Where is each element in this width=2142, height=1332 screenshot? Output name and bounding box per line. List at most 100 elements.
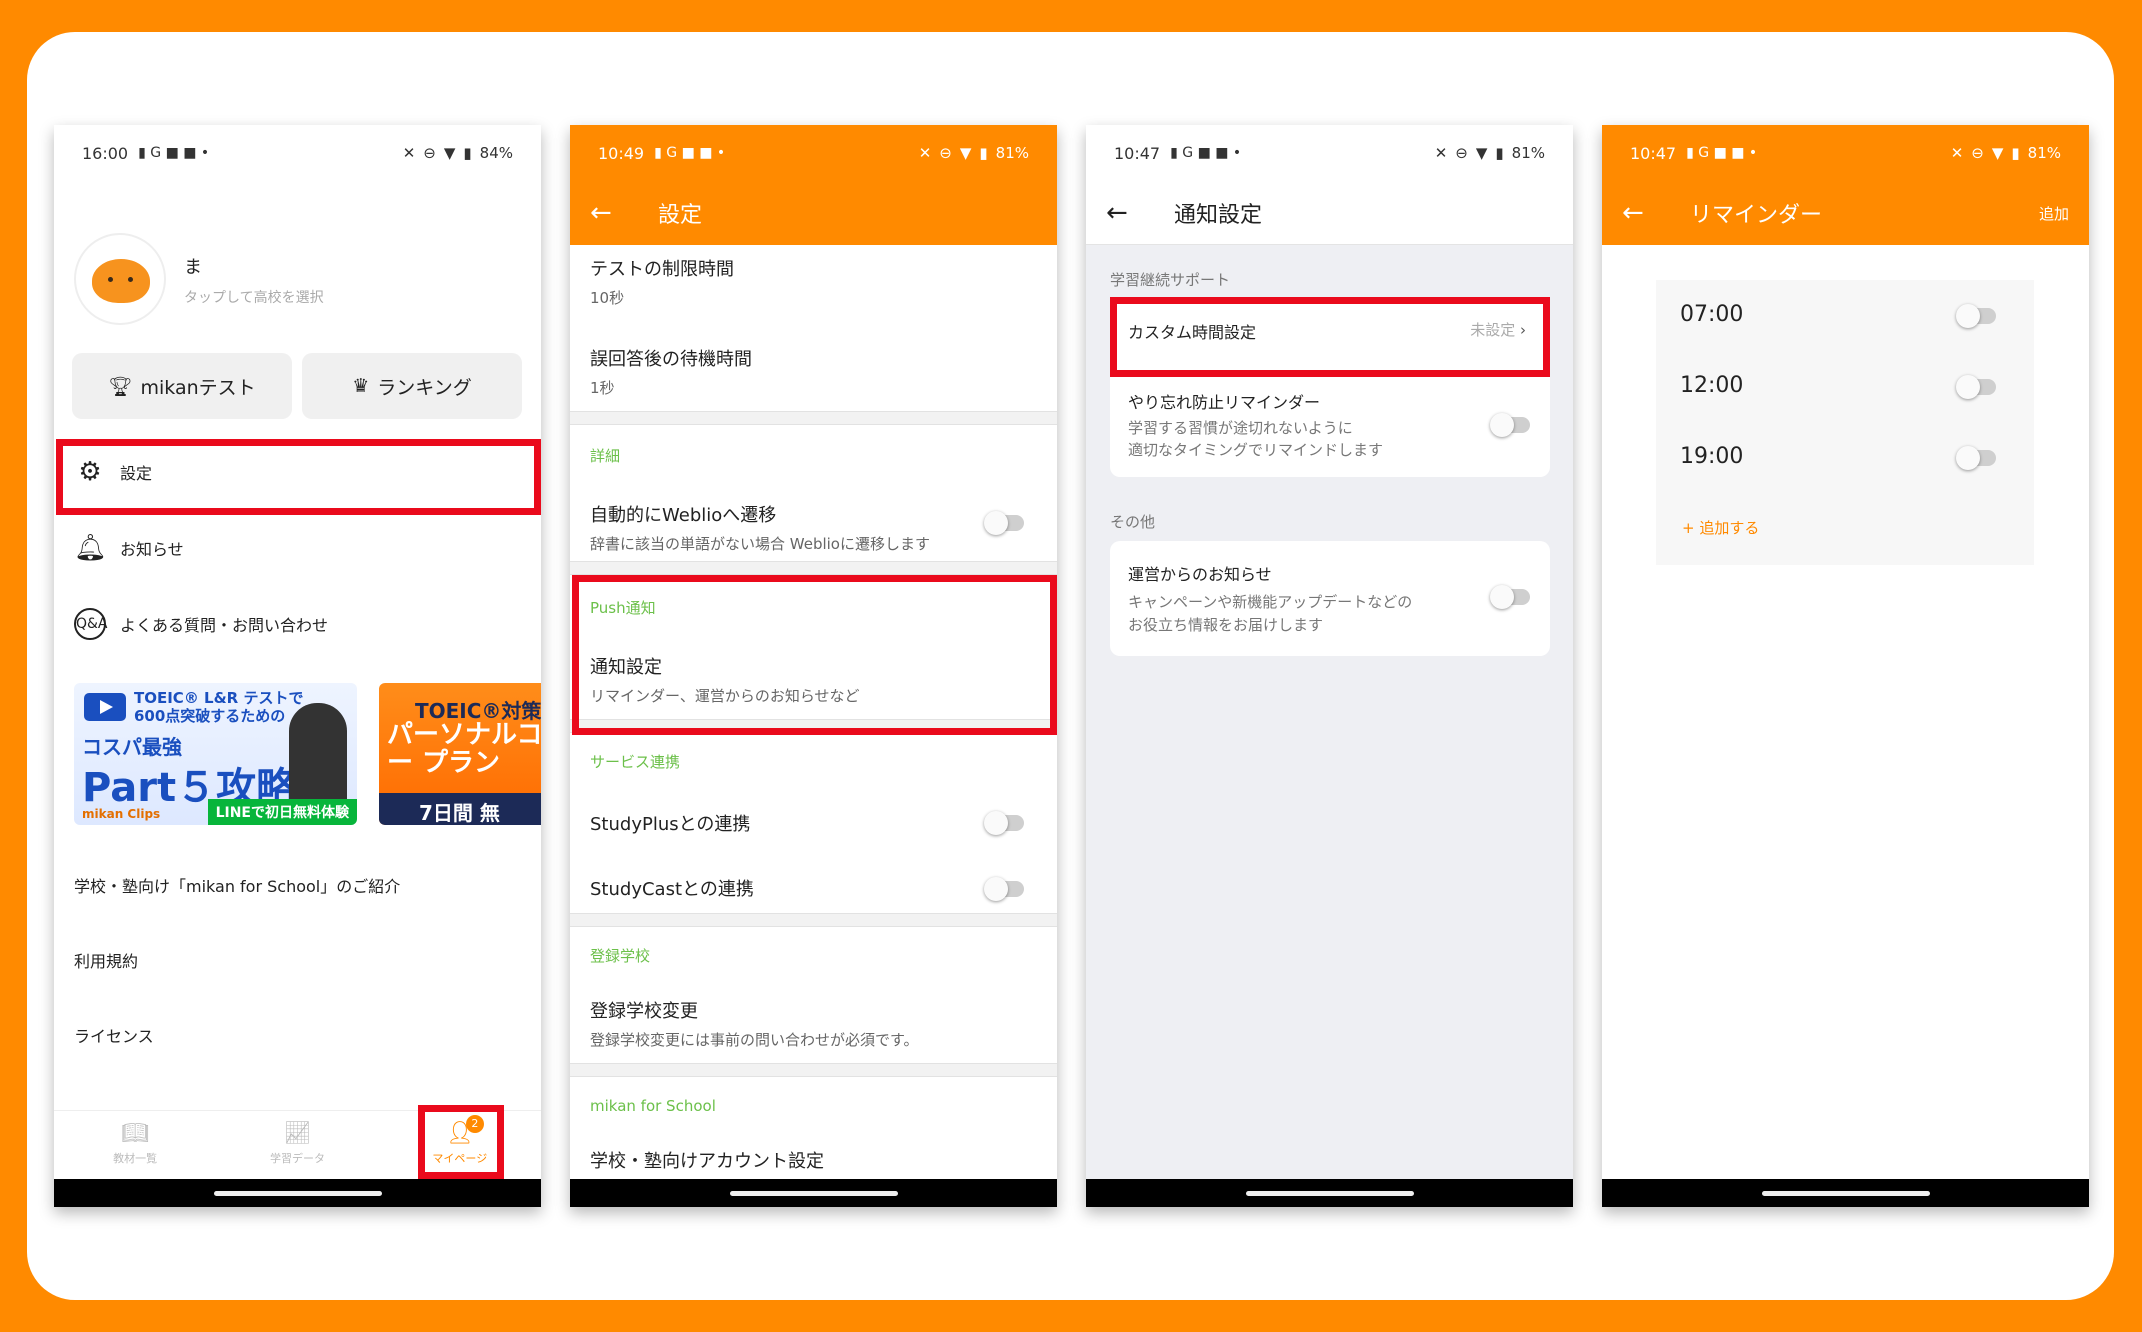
page-title: リマインダー: [1690, 203, 1823, 228]
battery-icon: ▮: [1495, 144, 1504, 162]
dnd-icon: ⊖: [423, 144, 436, 162]
status-icons: ▮ G ■ ■ •: [654, 145, 726, 161]
wifi-icon: ▼: [1475, 144, 1488, 162]
youtube-icon: [84, 693, 126, 721]
banner-part5[interactable]: TOEIC® L&R テストで 600点突破するための コスパ最強 Part５攻…: [74, 683, 357, 825]
book-icon: 📖︎: [121, 1121, 150, 1146]
instructor-photo: [289, 703, 347, 803]
reminder-toggle-3[interactable]: [1956, 446, 1996, 470]
status-time: 16:00: [82, 143, 129, 163]
reminder-time-2[interactable]: 12:00: [1680, 373, 1743, 398]
back-arrow-icon[interactable]: ←: [590, 198, 634, 228]
mypage-screen: 16:00 ▮ G ■ ■ • ✕ ⊖ ▼ ▮ 84% ま タップして高校を選択 🏆︎ m…: [54, 125, 541, 1207]
reminder-title: やり忘れ防止リマインダー: [1128, 393, 1321, 412]
ranking-button[interactable]: ♛ ランキング: [302, 353, 522, 419]
status-bar: 10:47 ▮ G ■ ■ • ✕ ⊖ ▼ ▮ 81%: [1602, 125, 2089, 181]
reminder-list: 07:00 12:00 19:00 + 追加する: [1656, 280, 2034, 565]
battery-icon: ▮: [463, 144, 472, 162]
wifi-icon: ▼: [1991, 144, 2004, 162]
status-bar: 10:49 ▮ G ■ ■ • ✕ ⊖ ▼ ▮ 81%: [570, 125, 1057, 181]
status-bar: 16:00 ▮ G ■ ■ • ✕ ⊖ ▼ ▮ 84%: [54, 125, 541, 181]
dnd-icon: ⊖: [939, 144, 952, 162]
home-indicator: [54, 1179, 541, 1207]
page-title: 通知設定: [1174, 202, 1263, 228]
chart-icon: 📈︎: [283, 1121, 312, 1146]
status-bar: 10:47 ▮ G ■ ■ • ✕ ⊖ ▼ ▮ 81%: [1086, 125, 1573, 181]
home-indicator: [570, 1179, 1057, 1207]
back-arrow-icon[interactable]: ←: [1106, 198, 1150, 228]
highlight-custom-time: [1110, 297, 1550, 377]
news-desc-line2: お役立ち情報をお届けします: [1128, 616, 1324, 634]
banner-personal-coach[interactable]: TOEIC®対策 パーソナルコー プラン 7日間 無料体験: [379, 683, 541, 825]
reminder-time-3[interactable]: 19:00: [1680, 444, 1743, 469]
avatar[interactable]: [74, 233, 166, 325]
reminder-toggle[interactable]: [1490, 413, 1530, 437]
app-bar: ← リマインダー 追加: [1602, 181, 2089, 245]
home-indicator: [1086, 1179, 1573, 1207]
dnd-icon: ⊖: [1455, 144, 1468, 162]
link-license[interactable]: ライセンス: [74, 1023, 154, 1047]
setting-school-change[interactable]: 登録学校変更 登録学校変更には事前の問い合わせが必須です。: [590, 997, 919, 1050]
battery-level: 81%: [995, 144, 1029, 162]
status-time: 10:47: [1114, 143, 1161, 163]
battery-level: 81%: [2027, 144, 2061, 162]
qa-icon: Q&A: [74, 608, 108, 640]
reminder-desc-line1: 学習する習慣が途切れないように: [1128, 419, 1353, 437]
back-arrow-icon[interactable]: ←: [1622, 198, 1666, 228]
setting-school-account[interactable]: 学校・塾向けアカウント設定: [590, 1147, 824, 1173]
mikan-test-button[interactable]: 🏆︎ mikanテスト: [72, 353, 292, 419]
reminder-screen: 10:47 ▮ G ■ ■ • ✕ ⊖ ▼ ▮ 81% ← リマインダー 追加 07:0…: [1602, 125, 2089, 1207]
page-title: 設定: [658, 203, 703, 228]
user-name[interactable]: ま: [184, 253, 202, 279]
bell-icon: 🔔︎: [74, 533, 108, 563]
section-school: 登録学校: [590, 947, 651, 965]
section-other: その他: [1110, 513, 1156, 531]
status-time: 10:49: [598, 143, 645, 163]
news-desc-line1: キャンペーンや新機能アップデートなどの: [1128, 593, 1413, 611]
reminder-time-1[interactable]: 07:00: [1680, 302, 1743, 327]
wifi-icon: ▼: [443, 144, 456, 162]
setting-test-limit[interactable]: テストの制限時間 10秒: [590, 255, 734, 308]
section-detail: 詳細: [590, 447, 621, 465]
add-action-button[interactable]: 追加: [2039, 203, 2069, 224]
section-mikan-for-school: mikan for School: [590, 1097, 716, 1115]
other-card: 運営からのお知らせ キャンペーンや新機能アップデートなどの お役立ち情報をお届け…: [1110, 541, 1550, 656]
menu-news[interactable]: 🔔︎ お知らせ: [74, 533, 184, 563]
settings-screen: 10:49 ▮ G ■ ■ • ✕ ⊖ ▼ ▮ 81% ← 設定 テストの制限時間 10秒…: [570, 125, 1057, 1207]
studycast-toggle[interactable]: [984, 877, 1024, 901]
highlight-settings: [56, 439, 541, 515]
studyplus-toggle[interactable]: [984, 811, 1024, 835]
select-school-hint[interactable]: タップして高校を選択: [184, 287, 324, 307]
link-mikan-for-school[interactable]: 学校・塾向け「mikan for School」のご紹介: [74, 873, 400, 897]
reminder-toggle-1[interactable]: [1956, 304, 1996, 328]
news-toggle[interactable]: [1490, 585, 1530, 609]
setting-wait-time[interactable]: 誤回答後の待機時間 1秒: [590, 345, 752, 398]
nav-books[interactable]: 📖︎ 教材一覧: [54, 1111, 216, 1179]
mikan-mascot-icon: [92, 259, 150, 303]
home-indicator: [1602, 1179, 2089, 1207]
menu-faq[interactable]: Q&A よくある質問・お問い合わせ: [74, 608, 328, 640]
reminder-toggle-2[interactable]: [1956, 375, 1996, 399]
status-icons: ▮ G ■ ■ •: [1170, 145, 1242, 161]
status-time: 10:47: [1630, 143, 1677, 163]
mute-icon: ✕: [1434, 144, 1448, 162]
add-reminder-link[interactable]: + 追加する: [1682, 517, 1759, 538]
weblio-toggle[interactable]: [984, 511, 1024, 535]
reminder-desc-line2: 適切なタイミングでリマインドします: [1128, 441, 1384, 459]
app-bar: ← 設定: [570, 181, 1057, 245]
mute-icon: ✕: [402, 144, 416, 162]
battery-icon: ▮: [2011, 144, 2020, 162]
setting-weblio[interactable]: 自動的にWeblioへ遷移 辞書に該当の単語がない場合 Weblioに遷移します: [590, 501, 930, 554]
status-icons: ▮ G ■ ■ •: [138, 145, 210, 161]
link-terms[interactable]: 利用規約: [74, 948, 138, 972]
mute-icon: ✕: [1950, 144, 1964, 162]
app-bar: ← 通知設定: [1086, 181, 1573, 245]
highlight-push-section: [572, 575, 1057, 735]
section-learning-support: 学習継続サポート: [1110, 271, 1231, 289]
setting-studyplus[interactable]: StudyPlusとの連携: [590, 810, 750, 836]
battery-level: 84%: [479, 144, 513, 162]
notification-settings-screen: 10:47 ▮ G ■ ■ • ✕ ⊖ ▼ ▮ 81% ← 通知設定 学習継続サポート …: [1086, 125, 1573, 1207]
setting-studycast[interactable]: StudyCastとの連携: [590, 875, 754, 901]
nav-data[interactable]: 📈︎ 学習データ: [216, 1111, 378, 1179]
wifi-icon: ▼: [959, 144, 972, 162]
